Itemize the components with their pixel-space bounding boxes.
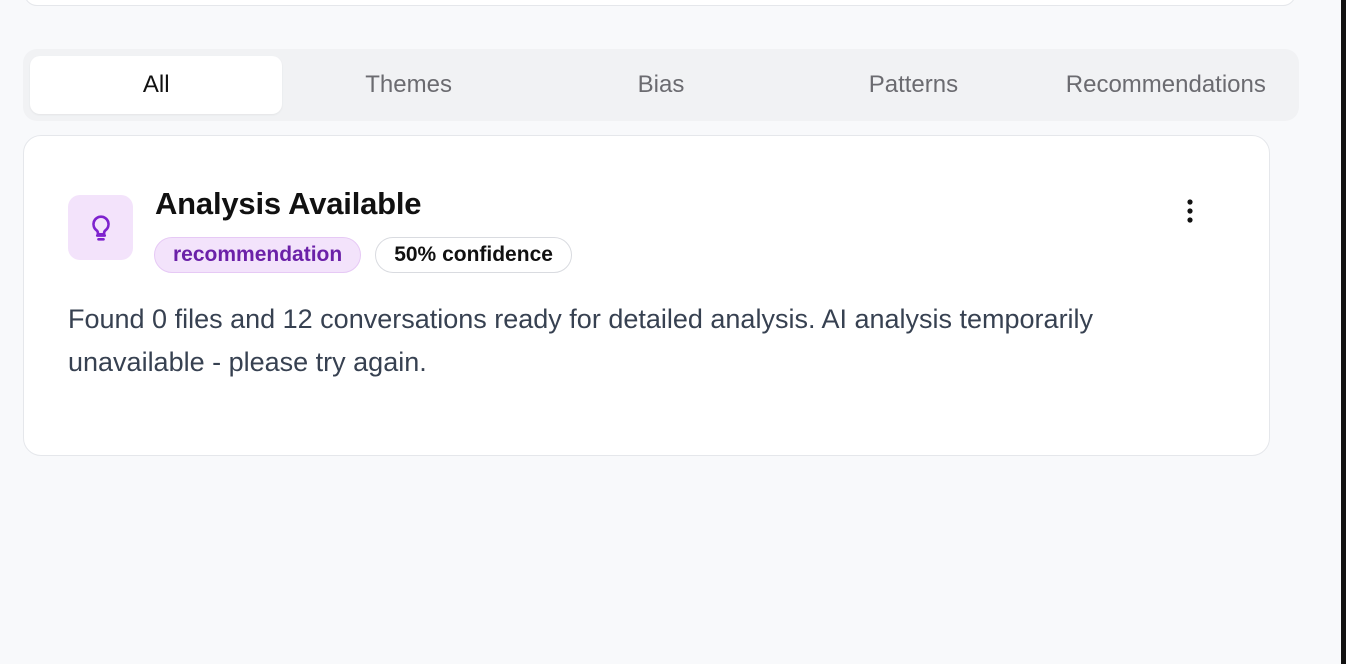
insight-icon-tile: [68, 195, 133, 260]
insight-title: Analysis Available: [155, 186, 422, 221]
tab-themes[interactable]: Themes: [282, 56, 534, 114]
lightbulb-icon: [91, 214, 110, 241]
page: All Themes Bias Patterns Recommendations…: [0, 0, 1346, 664]
confidence-badge: 50% confidence: [375, 237, 572, 273]
window-edge: [1341, 0, 1346, 664]
more-vertical-icon: [1187, 199, 1193, 223]
insight-card: Analysis Available recommendation 50% co…: [23, 135, 1270, 456]
insight-tabs: All Themes Bias Patterns Recommendations: [23, 49, 1299, 121]
more-options-button[interactable]: [1170, 192, 1210, 232]
tab-recommendations[interactable]: Recommendations: [1040, 56, 1292, 114]
tab-bias[interactable]: Bias: [535, 56, 787, 114]
tab-patterns[interactable]: Patterns: [787, 56, 1039, 114]
insight-badges: recommendation 50% confidence: [154, 237, 572, 273]
type-badge: recommendation: [154, 237, 362, 273]
insight-description: Found 0 files and 12 conversations ready…: [68, 304, 1094, 377]
tab-all[interactable]: All: [30, 56, 283, 114]
previous-card: [24, 0, 1296, 6]
